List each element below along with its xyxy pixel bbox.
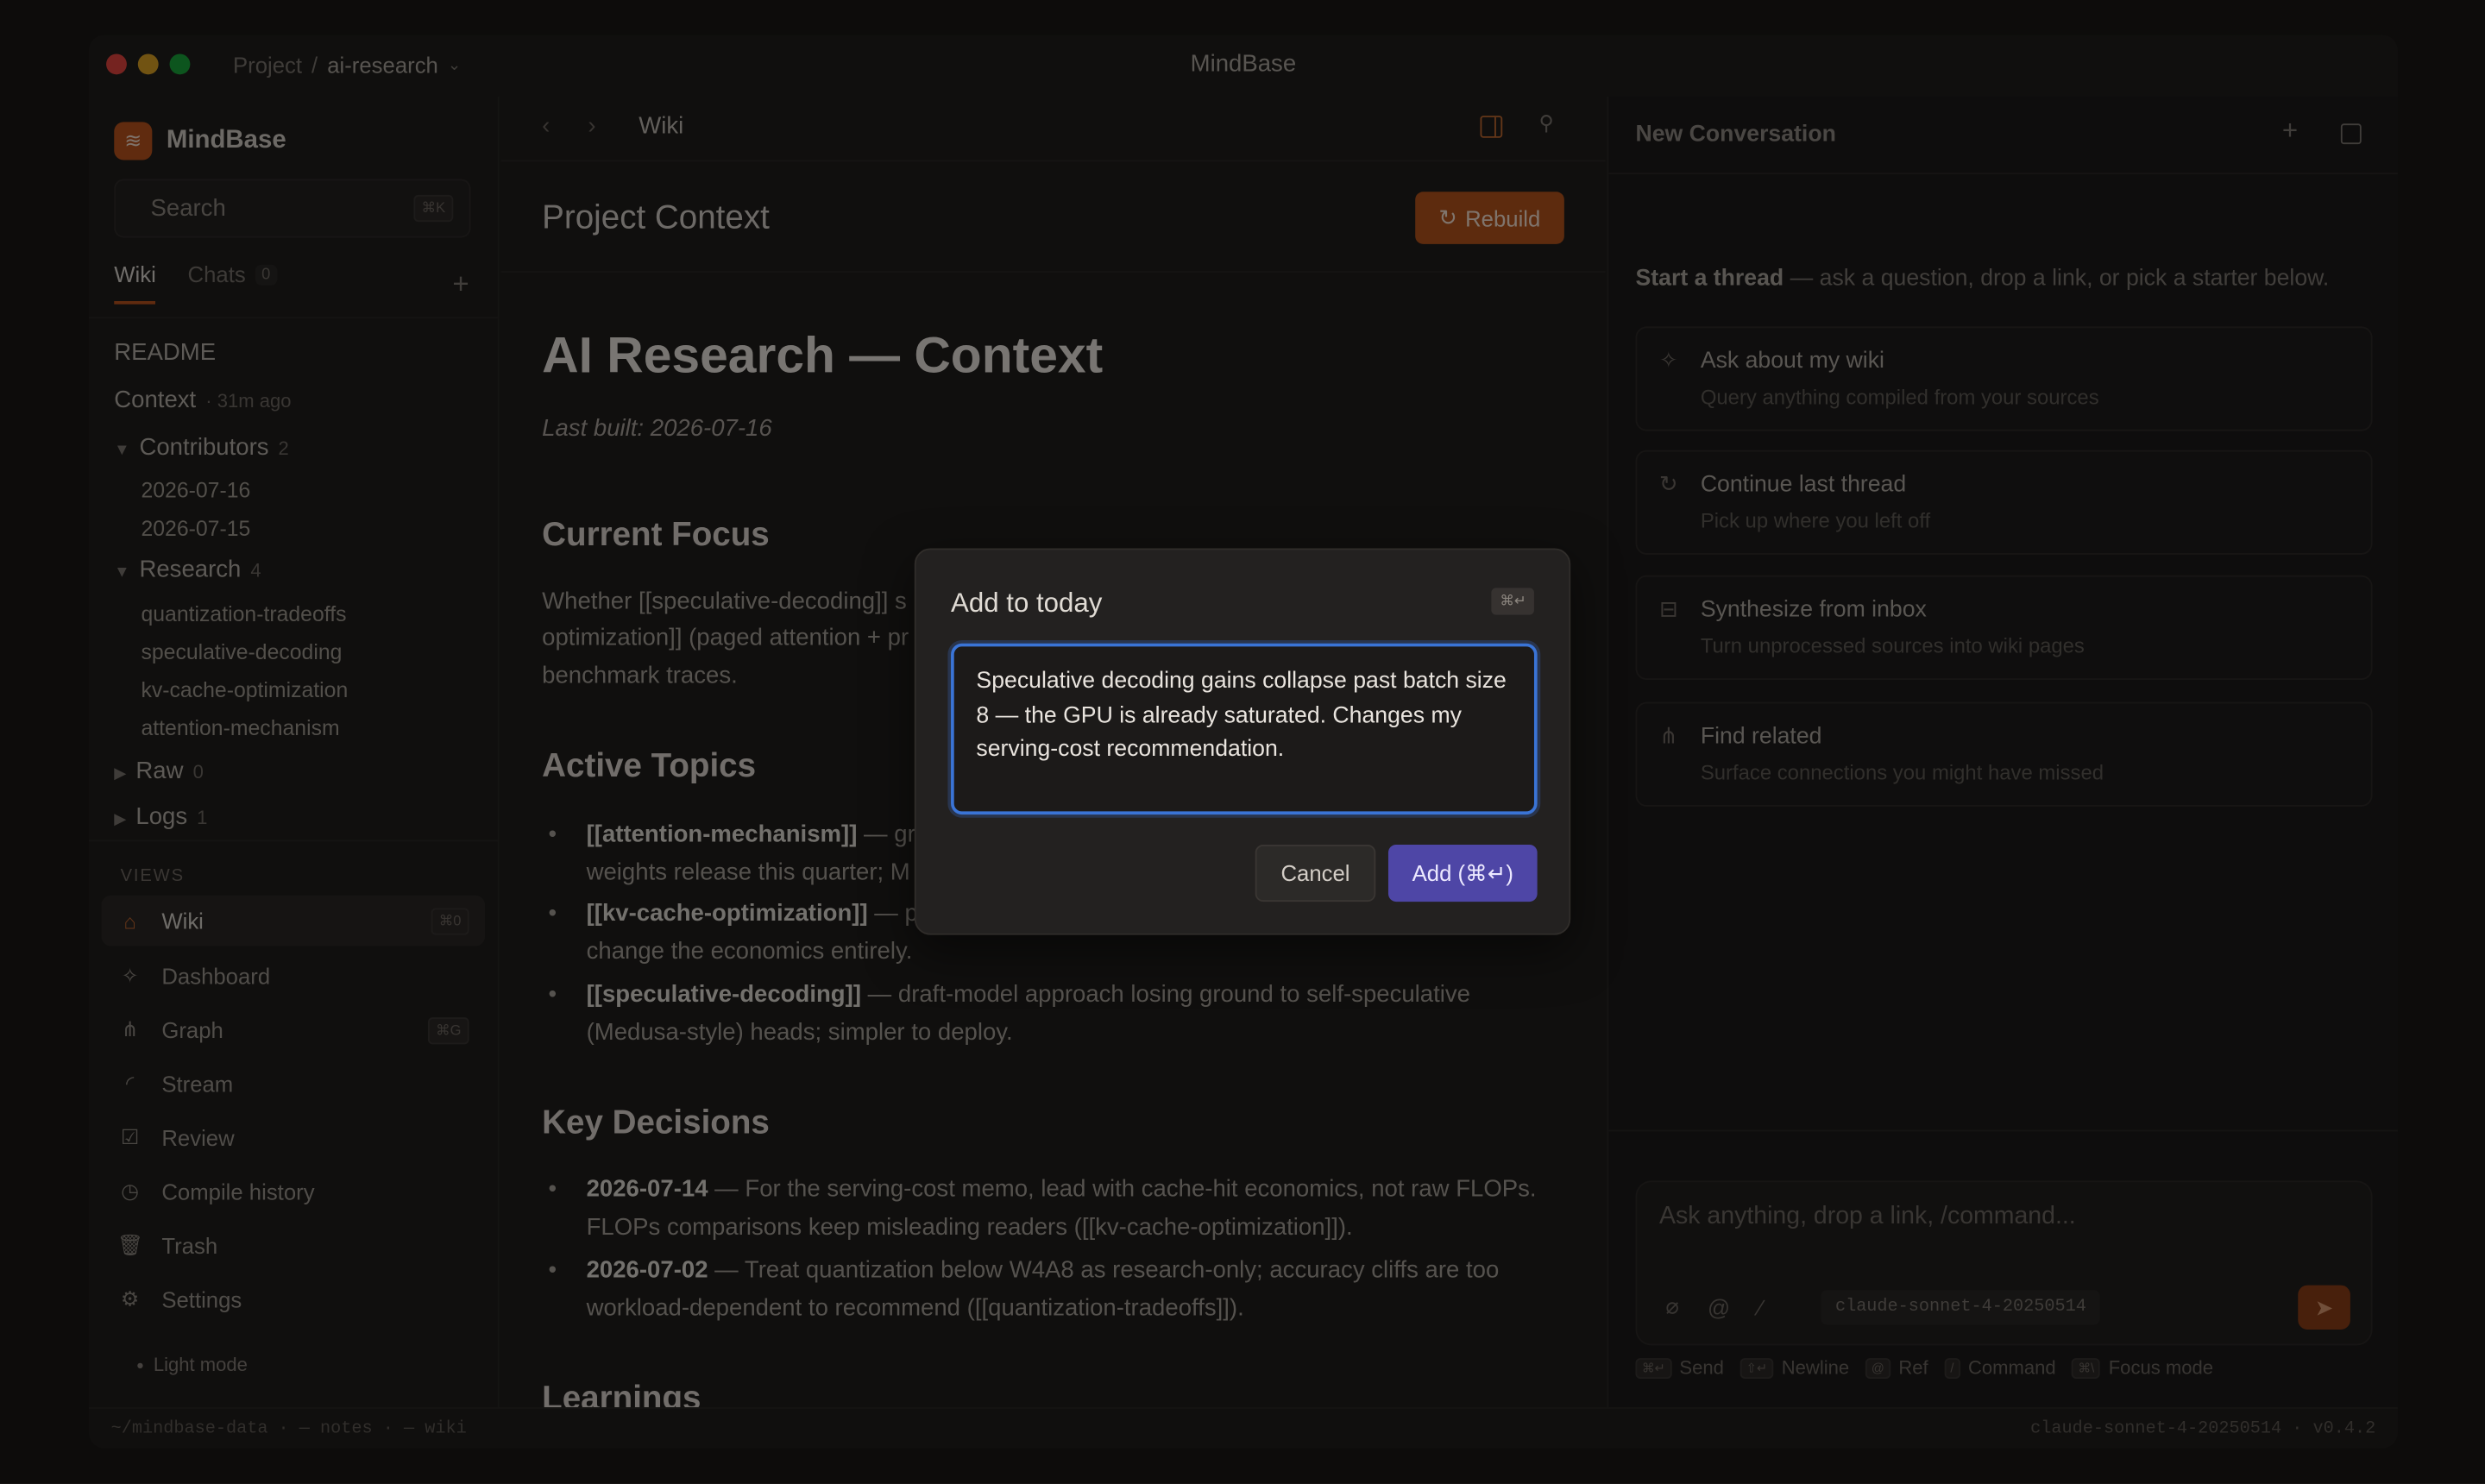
app-canvas: Project / ai-research ⌄ MindBase ≋ MindB…	[0, 0, 2485, 1484]
dialog-shortcut: ⌘↵	[1492, 588, 1534, 615]
add-to-today-dialog: Add to today ⌘↵ Speculative decoding gai…	[914, 548, 1571, 935]
note-textarea[interactable]: Speculative decoding gains collapse past…	[951, 643, 1538, 815]
cancel-button[interactable]: Cancel	[1255, 844, 1376, 902]
add-button[interactable]: Add (⌘↵)	[1387, 844, 1538, 902]
dialog-title: Add to today	[951, 588, 1103, 619]
